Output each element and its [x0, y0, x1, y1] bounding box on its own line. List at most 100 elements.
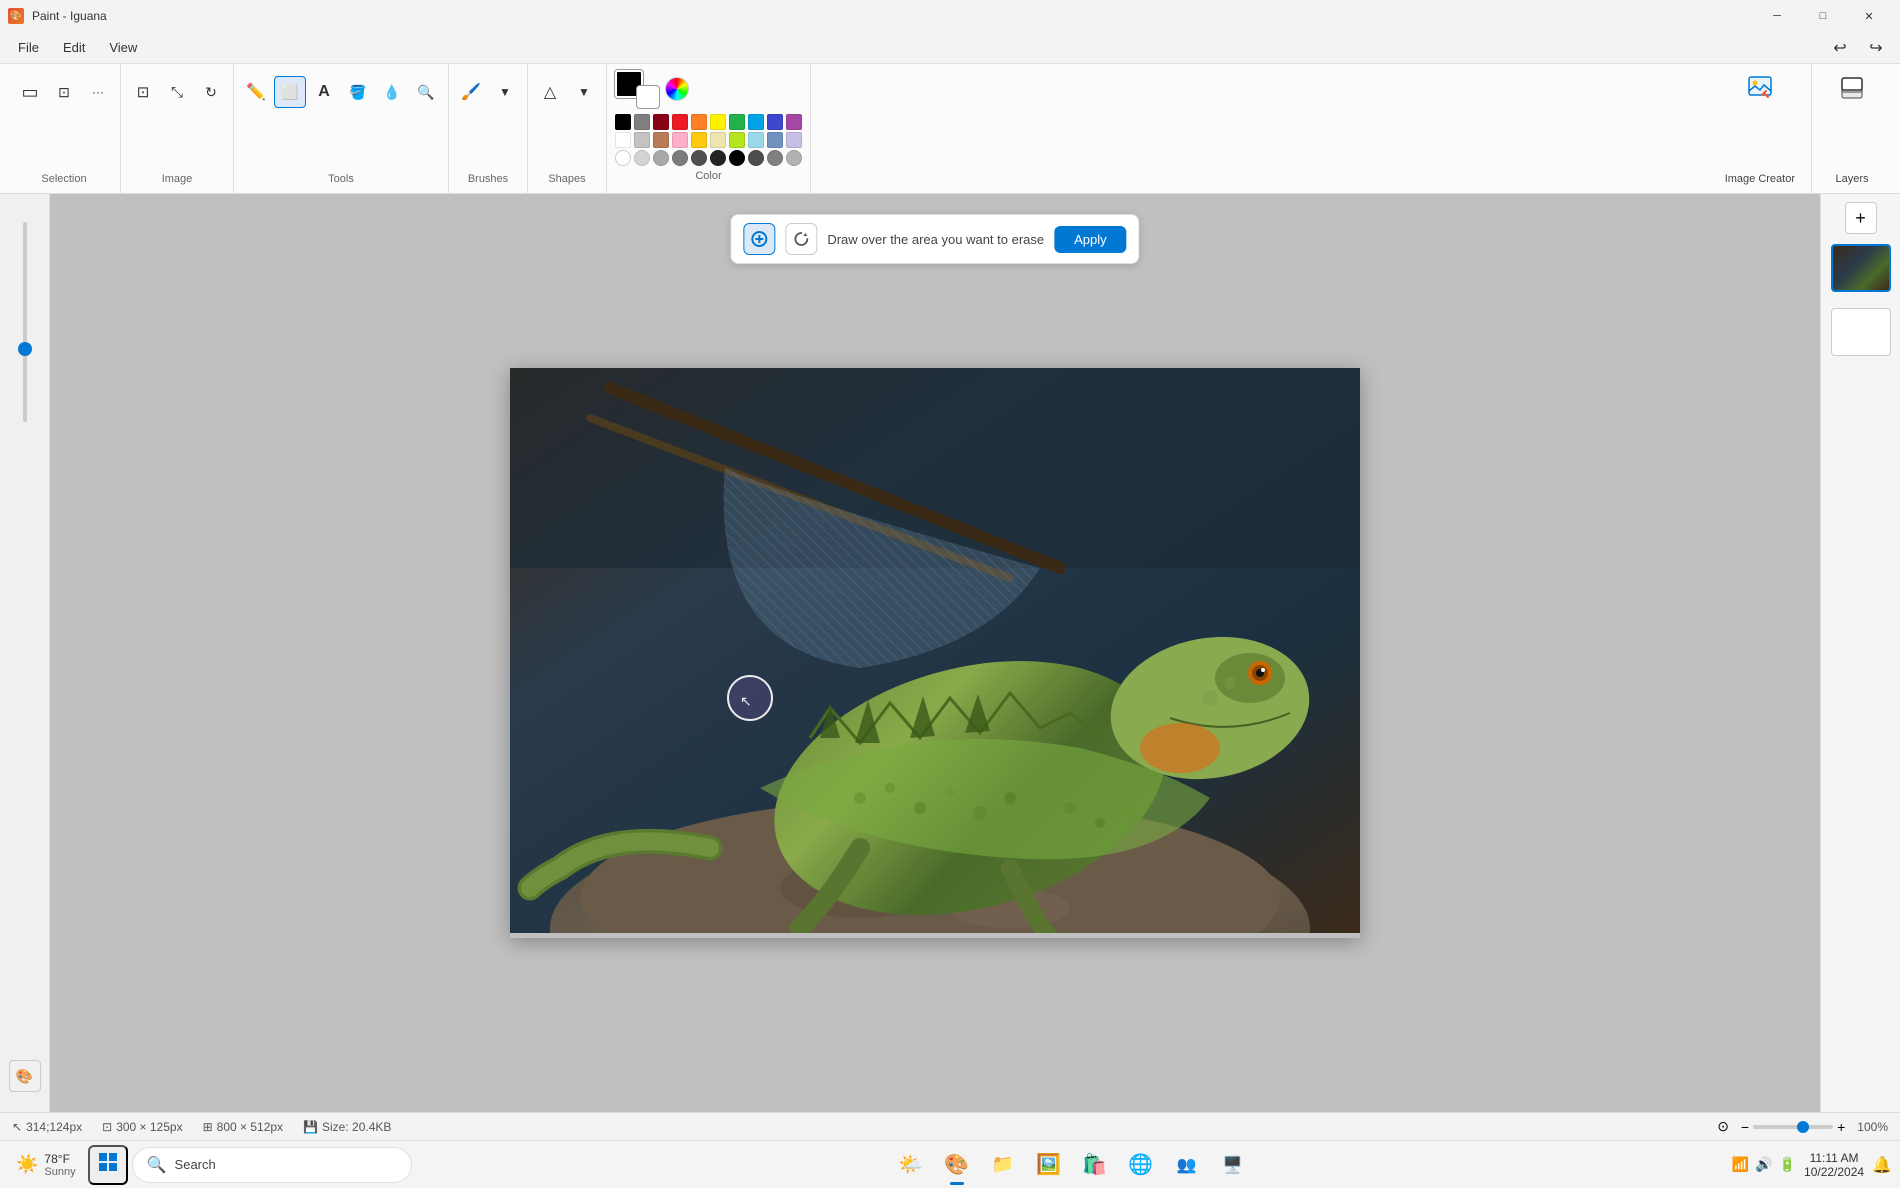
canvas-area[interactable]: Draw over the area you want to erase App…	[50, 194, 1820, 1112]
redo-button[interactable]: ↪	[1860, 32, 1892, 64]
swatch-black[interactable]	[615, 114, 631, 130]
status-right: ⊙ − + 100%	[1717, 1118, 1888, 1135]
battery-icon[interactable]: 🔋	[1779, 1156, 1796, 1173]
color-selected-indicator[interactable]	[615, 70, 659, 108]
swatch-pink[interactable]	[672, 132, 688, 148]
toolbar-layers[interactable]: Layers	[1812, 64, 1892, 193]
selection-buttons: ▭ ⊡ ···	[14, 72, 114, 173]
taskbar-icon-teams[interactable]: 👥	[1165, 1143, 1209, 1187]
taskbar-icon-edge[interactable]: 🌐	[1119, 1143, 1163, 1187]
canvas-image-container[interactable]: ↖	[510, 368, 1360, 938]
layer-1-preview	[1833, 246, 1889, 290]
swatch-lightgreen[interactable]	[729, 132, 745, 148]
fill-button[interactable]: 🪣	[342, 76, 374, 108]
taskbar-icon-app9[interactable]: 🖥️	[1211, 1143, 1255, 1187]
canvas-settings-button[interactable]: 🎨	[9, 1060, 41, 1092]
swatch-darkgray[interactable]	[634, 114, 650, 130]
swatch-purple[interactable]	[786, 114, 802, 130]
eraser-button[interactable]: ⬜	[274, 76, 306, 108]
swatch-c5[interactable]	[691, 150, 707, 166]
swatch-lightgray[interactable]	[634, 132, 650, 148]
menu-file[interactable]: File	[8, 36, 49, 59]
minimize-button[interactable]: ─	[1754, 0, 1800, 32]
swatch-c7[interactable]	[729, 150, 745, 166]
swatch-c6[interactable]	[710, 150, 726, 166]
system-clock[interactable]: 11:11 AM 10/22/2024	[1804, 1151, 1864, 1179]
text-button[interactable]: A	[308, 76, 340, 108]
taskbar-icon-explorer[interactable]: 📁	[981, 1143, 1025, 1187]
layer-1-thumbnail[interactable]	[1831, 244, 1891, 292]
start-button[interactable]	[88, 1145, 128, 1185]
swatch-lavender[interactable]	[786, 132, 802, 148]
swatch-c2[interactable]	[634, 150, 650, 166]
swatch-blue[interactable]	[767, 114, 783, 130]
swatch-brown[interactable]	[653, 132, 669, 148]
volume-icon[interactable]: 🔊	[1755, 1156, 1772, 1173]
taskbar-icon-paint[interactable]: 🎨	[935, 1143, 979, 1187]
erase-mode-button[interactable]	[743, 223, 775, 255]
swatch-cornflower[interactable]	[767, 132, 783, 148]
network-icon[interactable]: 📶	[1732, 1156, 1749, 1173]
taskbar-icon-photos[interactable]: 🖼️	[1027, 1143, 1071, 1187]
brush-size-button[interactable]: ▼	[489, 76, 521, 108]
rotate-button[interactable]: ↻	[195, 76, 227, 108]
zoom-out-button[interactable]: −	[1741, 1119, 1749, 1135]
apply-button[interactable]: Apply	[1054, 226, 1127, 253]
swatch-orange[interactable]	[691, 114, 707, 130]
swatch-red-dark[interactable]	[653, 114, 669, 130]
swatch-c1[interactable]	[615, 150, 631, 166]
menu-view[interactable]: View	[99, 36, 147, 59]
select-more-button[interactable]: ···	[82, 76, 114, 108]
zoom-in-button[interactable]: +	[1837, 1119, 1845, 1135]
taskbar-search[interactable]: 🔍 Search	[132, 1147, 412, 1183]
brush-button[interactable]: 🖌️	[455, 76, 487, 108]
swatch-lightyellow[interactable]	[710, 132, 726, 148]
menu-edit[interactable]: Edit	[53, 36, 95, 59]
swatch-c9[interactable]	[767, 150, 783, 166]
swatch-cyan[interactable]	[748, 132, 764, 148]
layers-icon	[1836, 72, 1868, 104]
add-layer-button[interactable]: +	[1845, 202, 1877, 234]
swatch-c3[interactable]	[653, 150, 669, 166]
toolbar-image-creator[interactable]: Image Creator	[1709, 64, 1812, 193]
swatch-c8[interactable]	[748, 150, 764, 166]
swatch-teal[interactable]	[748, 114, 764, 130]
restore-mode-button[interactable]	[785, 223, 817, 255]
zoom-slider-status[interactable]	[1753, 1125, 1833, 1129]
window-title: Paint - Iguana	[32, 9, 107, 23]
zoom-thumb-status[interactable]	[1797, 1121, 1809, 1133]
taskbar-icon-store[interactable]: 🛍️	[1073, 1143, 1117, 1187]
zoom-tool-button[interactable]: 🔍	[410, 76, 442, 108]
shape-button[interactable]: △	[534, 76, 566, 108]
swatch-white[interactable]	[615, 132, 631, 148]
notification-icon[interactable]: 🔔	[1872, 1155, 1892, 1175]
close-button[interactable]: ✕	[1846, 0, 1892, 32]
select-magic-button[interactable]: ⊡	[48, 76, 80, 108]
color-wheel-button[interactable]	[665, 77, 689, 101]
swatch-c4[interactable]	[672, 150, 688, 166]
app-icon: 🎨	[8, 8, 24, 24]
color-picker-button[interactable]: 💧	[376, 76, 408, 108]
shape-more-button[interactable]: ▼	[568, 76, 600, 108]
fit-screen-button[interactable]: ⊙	[1717, 1118, 1729, 1135]
swatch-yellow[interactable]	[710, 114, 726, 130]
layer-2-thumbnail[interactable]	[1831, 308, 1891, 356]
widgets-icon: 🌤️	[898, 1152, 923, 1177]
resize-button[interactable]: ⤡	[161, 76, 193, 108]
zoom-slider-thumb[interactable]	[18, 342, 32, 356]
toolbar-group-tools: ✏️ ⬜ A 🪣 💧 🔍 Tools	[234, 64, 449, 193]
taskbar-icon-widgets[interactable]: 🌤️	[889, 1143, 933, 1187]
pencil-button[interactable]: ✏️	[240, 76, 272, 108]
background-color[interactable]	[637, 86, 659, 108]
swatch-c10[interactable]	[786, 150, 802, 166]
undo-button[interactable]: ↩	[1824, 32, 1856, 64]
weather-widget[interactable]: ☀️ 78°F Sunny	[8, 1148, 84, 1182]
swatch-peach[interactable]	[691, 132, 707, 148]
maximize-button[interactable]: □	[1800, 0, 1846, 32]
search-icon: 🔍	[147, 1155, 167, 1175]
swatch-red[interactable]	[672, 114, 688, 130]
swatch-green[interactable]	[729, 114, 745, 130]
crop-button[interactable]: ⊡	[127, 76, 159, 108]
select-rect-button[interactable]: ▭	[14, 76, 46, 108]
iguana-canvas[interactable]: ↖	[510, 368, 1360, 933]
